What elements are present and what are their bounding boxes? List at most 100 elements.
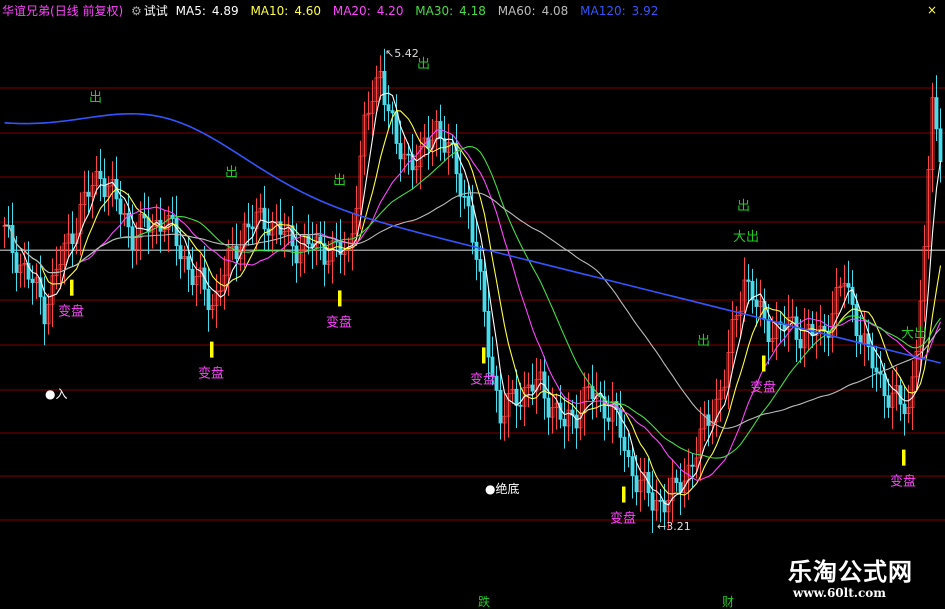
candle-body [886,395,891,408]
candle-body [562,418,567,427]
candle-body [634,475,639,493]
candle-body [294,245,299,264]
ma5-legend: MA5: 4.89 [175,4,239,18]
candle-body [934,97,939,130]
ma10-line [4,110,942,496]
candle-body [246,223,251,228]
sell-signal: 出 [333,173,346,188]
candle-body [618,409,623,438]
candle-body [174,218,179,247]
candle-body [262,207,267,230]
candle-body [870,346,875,369]
ma60-legend: MA60: 4.08 [497,4,569,18]
change-signal: 变盘 [890,474,916,490]
sell-signal: 出 [737,199,750,214]
candle-body [902,403,907,415]
candle-body [10,225,15,254]
sell-signal: 出 [225,165,238,180]
candle-body [574,414,579,429]
candle-body [250,226,255,230]
change-marker [210,341,214,358]
change-marker [482,347,486,364]
candle-body [470,205,475,243]
sell-signal: 大出 [733,230,759,245]
candle-body [938,128,943,163]
ma5-line [4,92,942,506]
low-price-label: ←3.21 [657,520,691,533]
candle-body [486,311,491,358]
sell-signal: 出 [89,90,102,105]
change-marker [338,290,342,307]
high-price-label: ↖5.42 [385,47,419,60]
candle-body [390,110,395,114]
change-signal: 变盘 [750,380,776,396]
candle-body [766,319,771,342]
candle-body [466,196,471,207]
candle-body [186,256,191,270]
candle-body [658,499,663,502]
candle-body [650,492,655,511]
candle-body [118,198,123,215]
indicator-gear-icon[interactable]: ⚙ [131,4,142,18]
stock-chart-window: ↖5.42 ←3.21 出出出出出出大出 大出 变盘 变盘 变盘 变盘 变盘 变盘 变盘 ●入 ●绝底跌… [0,0,945,609]
change-signal: 变盘 [326,314,352,330]
watermark-url: www.60lt.com [793,586,886,600]
candle-body [206,288,211,311]
candle-body [874,367,879,373]
candle-body [14,252,19,273]
change-marker [70,279,74,296]
candle-body [482,270,487,312]
candle-body [630,456,635,477]
change-signal: 变盘 [198,366,224,382]
candle-body [846,283,851,288]
candle-body [30,278,35,283]
change-marker [762,355,766,372]
candle-body [386,104,391,112]
candle-body [70,233,75,245]
indicator-name[interactable]: 试试 [144,4,168,18]
bottom-signal: ●绝底 [485,481,519,496]
candle-body [626,450,631,458]
change-signal: 变盘 [470,371,496,387]
candle-body [234,245,239,260]
candle-body [882,373,887,397]
close-icon[interactable]: × [927,2,937,18]
candle-body [530,384,535,392]
buy-signal: ●入 [45,387,67,401]
candle-body [130,226,135,250]
sell-signal: 大出 [901,327,927,342]
sell-signal: 出 [417,57,430,72]
candle-body [406,153,411,156]
sell-signal: 出 [697,334,710,349]
candle-body [606,417,611,422]
candle-body [754,299,759,307]
ma20-line [4,128,942,481]
candle-body [382,70,387,106]
candle-body [518,404,523,407]
candle-body [42,296,47,325]
x-tick-1: 财 [722,595,734,609]
candle-body [462,195,467,198]
candle-body [98,170,103,179]
candle-body [178,245,183,260]
candle-body [546,397,551,418]
kline-chart[interactable]: ↖5.42←3.21出出出出出出大出大出变盘变盘变盘变盘变盘变盘变盘●入●绝底跌… [0,0,945,609]
chart-header: 华谊兄弟(日线 前复权) ⚙ 试试 MA5: 4.89 MA10: 4.60 MA20… [0,0,945,22]
candle-body [622,436,627,451]
candle-body [690,464,695,467]
candle-body [398,143,403,160]
candle-body [394,112,399,144]
candle-body [190,268,195,286]
candle-body [674,477,679,483]
candle-body [498,389,503,424]
candle-body [798,339,803,349]
candle-body [102,178,107,198]
stock-name[interactable]: 华谊兄弟 [2,4,50,18]
change-signal: 变盘 [610,511,636,527]
change-marker [902,449,906,466]
change-signal: 变盘 [58,304,84,320]
period-label[interactable]: (日线 前复权) [50,4,123,18]
candle-body [746,279,751,282]
x-tick-0: 跌 [478,594,490,609]
candle-body [478,259,483,272]
